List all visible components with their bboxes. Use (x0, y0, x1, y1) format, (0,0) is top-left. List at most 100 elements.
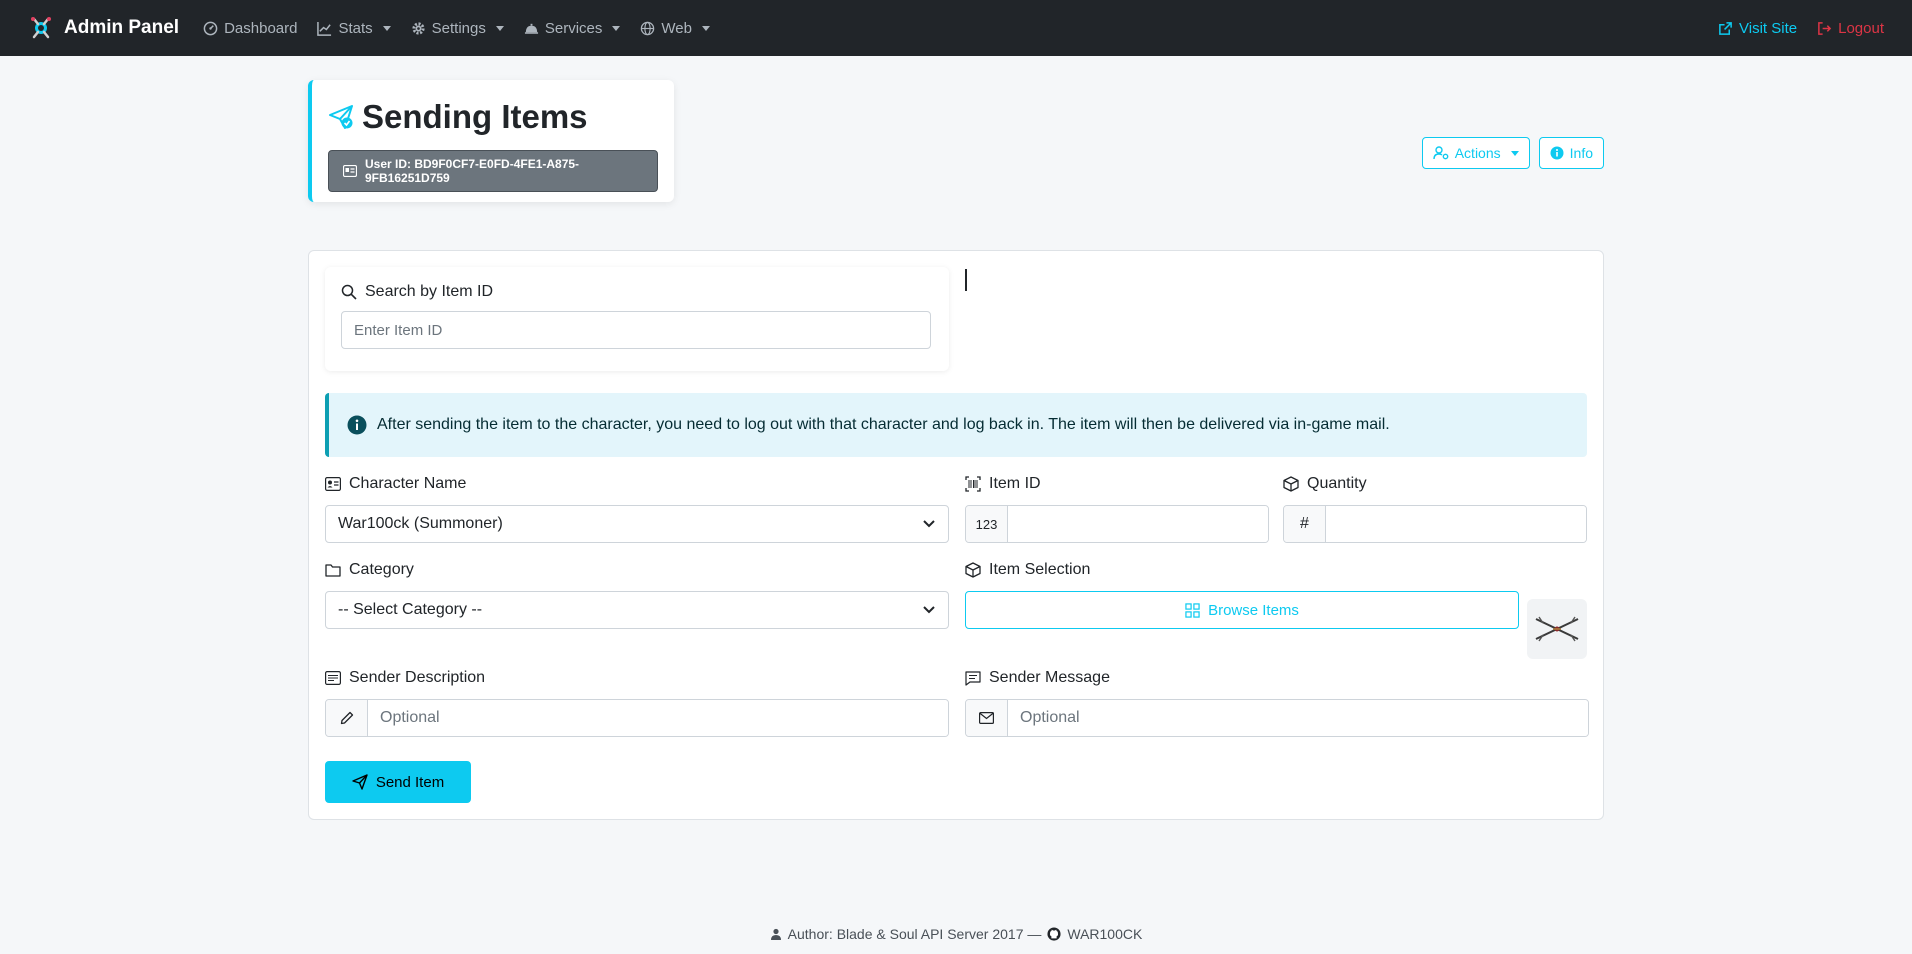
quantity-input[interactable] (1326, 506, 1586, 542)
numeric-addon: 123 (966, 506, 1008, 542)
item-id-group: Item ID 123 (965, 473, 1269, 543)
category-group: Category -- Select Category -- (325, 559, 949, 629)
external-link-icon (1718, 21, 1733, 36)
send-item-button[interactable]: Send Item (325, 761, 471, 803)
user-id-badge: User ID: BD9F0CF7-E0FD-4FE1-A875-9FB1625… (328, 150, 658, 192)
character-name-select[interactable]: War100ck (Summoner) (325, 505, 949, 543)
hash-addon: # (1284, 506, 1326, 542)
logout-link[interactable]: Logout (1817, 20, 1884, 37)
bell-icon (524, 21, 539, 36)
chevron-down-icon (922, 519, 936, 529)
github-icon[interactable] (1047, 927, 1061, 941)
nav-right: Visit Site Logout (1718, 20, 1884, 37)
selected-item-thumbnail[interactable] (1527, 599, 1587, 659)
card-text-icon (325, 671, 341, 685)
item-id-input[interactable] (1008, 506, 1268, 542)
category-label-text: Category (349, 561, 414, 578)
chevron-down-icon (612, 25, 621, 31)
pencil-addon (326, 700, 368, 736)
barcode-icon (965, 476, 981, 492)
info-button[interactable]: Info (1538, 137, 1604, 169)
item-selection-label: Item Selection (965, 559, 1519, 581)
chevron-down-icon (1510, 150, 1519, 156)
chat-icon (965, 670, 981, 686)
navbar: Admin Panel Dashboard Stats Settings Ser… (0, 0, 1912, 56)
header-actions: Actions Info (1421, 137, 1604, 169)
sender-description-input[interactable] (368, 700, 948, 736)
category-select[interactable]: -- Select Category -- (325, 591, 949, 629)
info-icon (1550, 146, 1564, 160)
brand-title: Admin Panel (64, 17, 180, 38)
person-icon (770, 928, 782, 940)
nav-stats[interactable]: Stats (317, 19, 391, 37)
grid-icon (1185, 602, 1200, 618)
envelope-addon (966, 700, 1008, 736)
nav-dashboard[interactable]: Dashboard (203, 20, 297, 37)
quantity-label-text: Quantity (1307, 475, 1367, 492)
character-name-group: Character Name War100ck (Summoner) (325, 473, 949, 543)
chevron-down-icon (382, 25, 391, 31)
folder-icon (325, 563, 341, 577)
nav-web[interactable]: Web (640, 20, 710, 37)
nav-settings[interactable]: Settings (411, 20, 504, 37)
user-gear-icon (1433, 146, 1449, 160)
sender-message-label-text: Sender Message (989, 669, 1110, 686)
browse-items-button[interactable]: Browse Items (965, 591, 1519, 629)
actions-dropdown-button[interactable]: Actions (1421, 137, 1530, 169)
sender-description-label-text: Sender Description (349, 669, 486, 686)
search-label-text: Search by Item ID (365, 283, 494, 300)
sender-message-label: Sender Message (965, 667, 1589, 689)
nav-stats-label: Stats (338, 19, 373, 37)
sender-description-label: Sender Description (325, 667, 949, 689)
footer: Author: Blade & Soul API Server 2017 — W… (0, 926, 1912, 942)
sender-description-group: Sender Description (325, 667, 949, 737)
item-id-input-group: 123 (965, 505, 1269, 543)
item-selection-group: Item Selection Browse Items (965, 559, 1519, 629)
text-cursor (965, 269, 967, 291)
search-label: Search by Item ID (341, 283, 933, 301)
info-circle-icon (347, 415, 367, 435)
search-icon (341, 284, 357, 300)
category-value: -- Select Category -- (338, 601, 483, 618)
send-icon (352, 774, 368, 790)
quantity-input-group: # (1283, 505, 1587, 543)
search-item-id-input[interactable] (341, 311, 931, 349)
visit-site-label: Visit Site (1739, 19, 1798, 37)
person-card-icon (325, 477, 341, 491)
category-label: Category (325, 559, 949, 581)
quantity-label: Quantity (1283, 473, 1587, 495)
item-selection-label-text: Item Selection (989, 561, 1091, 578)
chevron-down-icon (922, 605, 936, 615)
character-name-label: Character Name (325, 473, 949, 495)
send-item-label: Send Item (375, 773, 445, 791)
pencil-icon (340, 711, 354, 725)
sender-message-input-group (965, 699, 1589, 737)
page-header-card: Sending Items User ID: BD9F0CF7-E0FD-4FE… (308, 80, 674, 202)
nav-services[interactable]: Services (524, 20, 621, 37)
character-name-value: War100ck (Summoner) (338, 515, 503, 532)
nav-services-label: Services (544, 19, 603, 37)
info-alert: After sending the item to the character,… (325, 393, 1587, 457)
envelope-icon (979, 712, 994, 724)
user-id-text: User ID: BD9F0CF7-E0FD-4FE1-A875-9FB1625… (365, 157, 580, 185)
box-icon (1283, 476, 1299, 492)
chevron-down-icon (495, 25, 504, 31)
send-item-form-card: Search by Item ID After sending the item… (308, 250, 1604, 820)
logout-label: Logout (1838, 19, 1884, 37)
globe-icon (640, 21, 655, 36)
brand[interactable]: Admin Panel (28, 15, 179, 41)
nav-dashboard-label: Dashboard (224, 19, 298, 37)
character-name-label-text: Character Name (349, 475, 467, 492)
sender-description-input-group (325, 699, 949, 737)
footer-author: Author: Blade & Soul API Server 2017 — (787, 926, 1042, 942)
visit-site-link[interactable]: Visit Site (1718, 20, 1797, 37)
nav-settings-label: Settings (431, 19, 486, 37)
info-label: Info (1569, 145, 1593, 161)
stats-icon (317, 21, 332, 36)
box-icon (965, 562, 981, 578)
sender-message-input[interactable] (1008, 700, 1588, 736)
quantity-group: Quantity # (1283, 473, 1587, 543)
footer-github-user[interactable]: WAR100CK (1067, 926, 1142, 942)
logout-icon (1817, 21, 1832, 36)
browse-items-label: Browse Items (1208, 601, 1299, 619)
